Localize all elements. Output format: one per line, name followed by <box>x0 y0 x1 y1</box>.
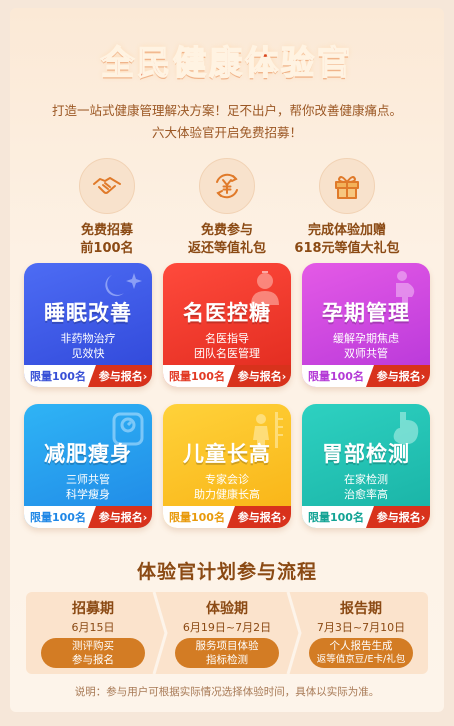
step-name: 招募期 <box>72 601 114 617</box>
card-desc-1: 专家会诊 <box>205 473 249 486</box>
card-title: 儿童长高 <box>183 442 271 466</box>
card-title: 孕期管理 <box>322 301 410 325</box>
limit-badge: 限量100名 <box>169 511 225 524</box>
benefit-line-2: 前100名 <box>80 241 134 256</box>
join-button[interactable]: 参与报名› <box>88 506 152 528</box>
card-footer: 限量100名 参与报名› <box>163 506 291 528</box>
benefit-line-1: 免费招募 <box>80 223 133 238</box>
intro-line-1: 打造一站式健康管理解决方案！足不出户，帮你改善健康痛点。 <box>51 103 402 118</box>
card-desc-2: 治愈率高 <box>344 488 388 501</box>
step-date: 6月15日 <box>71 621 115 634</box>
card-desc-2: 团队名医管理 <box>194 347 260 360</box>
card-desc-2: 科学瘦身 <box>66 488 110 501</box>
limit-badge: 限量100名 <box>30 370 86 383</box>
step-action-1: 个人报告生成 <box>329 640 393 652</box>
card-footer: 限量100名 参与报名› <box>24 365 152 387</box>
card-pregnancy-management[interactable]: 孕期管理 缓解孕期焦虑 双师共管 限量100名 参与报名› <box>302 263 430 387</box>
card-diabetes-control[interactable]: 名医控糖 名医指导 团队名医管理 限量100名 参与报名› <box>163 263 291 387</box>
benefit-line-2: 返还等值礼包 <box>187 241 266 256</box>
join-button[interactable]: 参与报名› <box>366 365 430 387</box>
flow-step-report: 报告期 7月3日~7月10日 个人报告生成 返等值京豆/E卡/礼包 <box>294 592 428 674</box>
step-date: 7月3日~7月10日 <box>316 621 406 634</box>
step-name: 报告期 <box>340 601 382 617</box>
join-button[interactable]: 参与报名› <box>88 365 152 387</box>
card-footer: 限量100名 参与报名› <box>302 506 430 528</box>
card-desc-1: 三师共管 <box>66 473 110 486</box>
card-footer: 限量100名 参与报名› <box>302 365 430 387</box>
footnote: 说明：参与用户可根据实际情况选择体验时间，具体以实际为准。 <box>74 686 380 698</box>
page-background: 全民健康体验官 打造一站式健康管理解决方案！足不出户，帮你改善健康痛点。 六大体… <box>10 8 444 712</box>
limit-badge: 限量100名 <box>308 511 364 524</box>
card-sleep-improvement[interactable]: 睡眠改善 非药物治疗 见效快 限量100名 参与报名› <box>24 263 152 387</box>
benefit-free-recruit: 免费招募 前100名 <box>42 158 172 258</box>
flow-panel: 招募期 6月15日 测评购买 参与报名 体验期 6月19日~7月2日 服务项目体… <box>26 592 428 674</box>
join-button[interactable]: 参与报名› <box>227 506 291 528</box>
card-desc-2: 见效快 <box>71 347 105 360</box>
benefit-line-1: 完成体验加赠 <box>307 223 386 238</box>
card-desc-1: 非药物治疗 <box>60 332 116 345</box>
card-footer: 限量100名 参与报名› <box>24 506 152 528</box>
flow-step-experience: 体验期 6月19日~7月2日 服务项目体验 指标检测 <box>160 592 294 674</box>
handshake-icon <box>79 158 135 214</box>
benefit-line-2: 618元等值大礼包 <box>294 241 400 256</box>
benefit-line-1: 免费参与 <box>200 223 253 238</box>
step-action-1: 服务项目体验 <box>195 640 259 652</box>
card-weight-loss[interactable]: 减肥瘦身 三师共管 科学瘦身 限量100名 参与报名› <box>24 404 152 528</box>
card-desc-1: 名医指导 <box>205 332 249 345</box>
card-title: 胃部检测 <box>322 442 410 466</box>
step-date: 6月19日~7月2日 <box>182 621 272 634</box>
step-name: 体验期 <box>206 601 248 617</box>
benefit-bonus-gift: 完成体验加赠 618元等值大礼包 <box>282 158 412 258</box>
step-action-pill: 个人报告生成 返等值京豆/E卡/礼包 <box>309 638 413 668</box>
step-action-pill: 测评购买 参与报名 <box>41 638 145 668</box>
limit-badge: 限量100名 <box>308 370 364 383</box>
benefit-refund: 免费参与 返还等值礼包 <box>162 158 292 258</box>
card-title: 名医控糖 <box>183 301 271 325</box>
limit-badge: 限量100名 <box>169 370 225 383</box>
join-button[interactable]: 参与报名› <box>227 365 291 387</box>
step-action-2: 指标检测 <box>206 654 248 666</box>
flow-step-recruit: 招募期 6月15日 测评购买 参与报名 <box>26 592 160 674</box>
card-desc-1: 在家检测 <box>344 473 388 486</box>
intro-line-2: 六大体验官开启免费招募！ <box>151 125 302 140</box>
limit-badge: 限量100名 <box>30 511 86 524</box>
step-action-2: 参与报名 <box>72 654 114 666</box>
step-action-pill: 服务项目体验 指标检测 <box>175 638 279 668</box>
card-child-growth[interactable]: 儿童长高 专家会诊 助力健康长高 限量100名 参与报名› <box>163 404 291 528</box>
gift-icon <box>319 158 375 214</box>
card-footer: 限量100名 参与报名› <box>163 365 291 387</box>
page-title: 全民健康体验官 <box>100 42 353 82</box>
card-title: 睡眠改善 <box>44 301 132 325</box>
card-desc-1: 缓解孕期焦虑 <box>333 332 399 345</box>
yen-refund-icon <box>199 158 255 214</box>
flow-title: 体验官计划参与流程 <box>136 561 317 583</box>
step-action-2: 返等值京豆/E卡/礼包 <box>316 654 406 665</box>
step-action-1: 测评购买 <box>72 640 114 652</box>
card-title: 减肥瘦身 <box>44 442 132 466</box>
card-desc-2: 助力健康长高 <box>194 488 260 501</box>
card-desc-2: 双师共管 <box>344 347 388 360</box>
join-button[interactable]: 参与报名› <box>366 506 430 528</box>
card-stomach-test[interactable]: 胃部检测 在家检测 治愈率高 限量100名 参与报名› <box>302 404 430 528</box>
